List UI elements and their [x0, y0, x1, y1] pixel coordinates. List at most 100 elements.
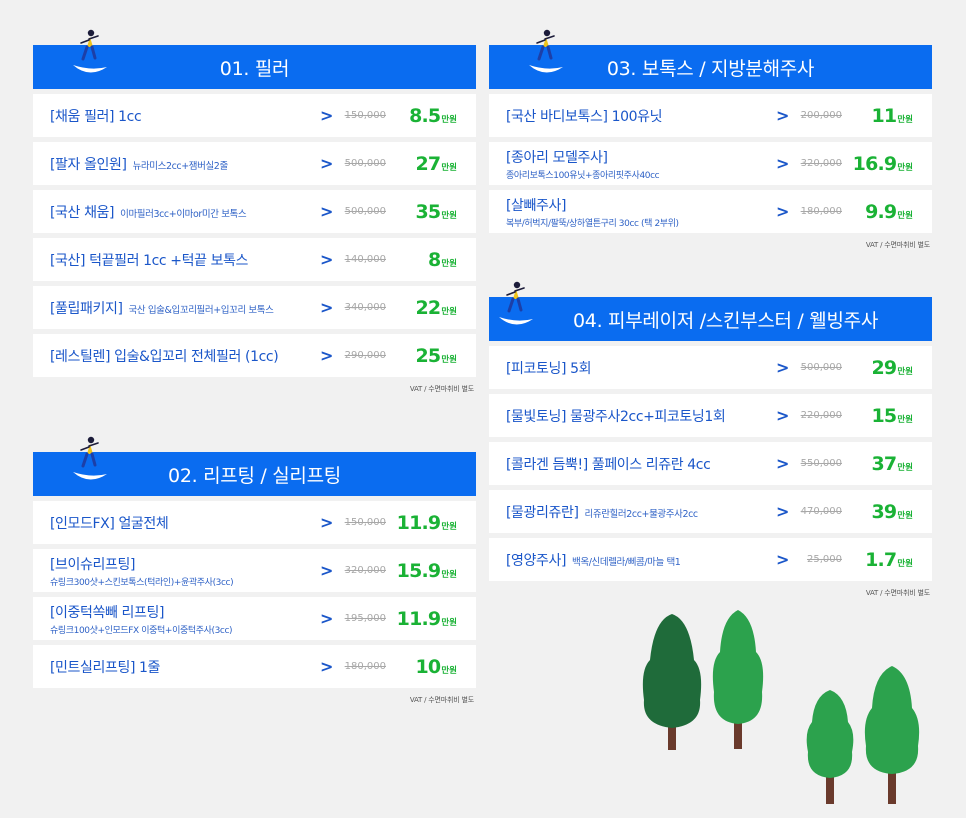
- price-unit: 만원: [897, 366, 913, 377]
- price-unit: 만원: [897, 462, 913, 473]
- chevron-right-icon[interactable]: >: [320, 154, 333, 173]
- sale-price: 15.9만원: [397, 560, 457, 582]
- item-name: [국산 채움]: [50, 204, 115, 221]
- chevron-right-icon[interactable]: >: [776, 358, 789, 377]
- sale-price: 10만원: [416, 656, 457, 678]
- sale-price-value: 11: [871, 104, 898, 127]
- price-row[interactable]: [채움 필러] 1cc >150,000 8.5만원: [33, 94, 476, 137]
- panel-lifting: 02. 리프팅 / 실리프팅 [인모드FX] 얼굴전체 >150,000 11.9만…: [33, 436, 476, 705]
- chevron-right-icon[interactable]: >: [320, 250, 333, 269]
- item-detail: 종아리보톡스100유닛+종아리핏주사40cc: [506, 170, 660, 181]
- chevron-right-icon[interactable]: >: [320, 561, 333, 580]
- item-name: [물광리쥬란]: [506, 504, 579, 521]
- item-name-group: [콜라겐 듬뿍!] 풀페이스 리쥬란 4cc: [506, 454, 774, 474]
- item-name: [브이슈리프팅]: [50, 556, 136, 573]
- chevron-right-icon[interactable]: >: [776, 202, 789, 221]
- tree-dark: [642, 614, 702, 750]
- sale-price-value: 16.9: [852, 152, 897, 175]
- chevron-right-icon[interactable]: >: [320, 106, 333, 125]
- price-unit: 만원: [441, 521, 457, 532]
- chevron-right-icon[interactable]: >: [776, 154, 789, 173]
- original-price: 340,000: [344, 302, 386, 313]
- panel-title: 01. 필러: [219, 57, 290, 80]
- original-price: 200,000: [800, 110, 842, 121]
- sale-price: 29만원: [872, 357, 913, 379]
- price-unit: 만원: [897, 162, 913, 173]
- price-row[interactable]: [팔자 올인원] 뉴라미스2cc+잼버실2줄 >500,000 27만원: [33, 142, 476, 185]
- sale-price: 9.9만원: [865, 201, 913, 223]
- price-unit: 만원: [441, 617, 457, 628]
- original-price: 180,000: [800, 206, 842, 217]
- price-row[interactable]: [영양주사] 백옥/신데렐라/삐콤/마늘 택1 >25,000 1.7만원: [489, 538, 932, 581]
- chevron-right-icon[interactable]: >: [776, 550, 789, 569]
- item-name-group: [민트실리프팅] 1줄: [50, 657, 318, 677]
- sale-price: 27만원: [416, 153, 457, 175]
- panel-header: 01. 필러: [33, 29, 476, 89]
- original-price: 150,000: [344, 517, 386, 528]
- price-row[interactable]: [레스틸렌] 입술&입꼬리 전체필러 (1cc) >290,000 25만원: [33, 334, 476, 377]
- item-name: [종아리 모델주사]: [506, 149, 608, 166]
- price-row[interactable]: [국산] 턱끝필러 1cc +턱끝 보톡스 >140,000 8만원: [33, 238, 476, 281]
- price-row[interactable]: [물광리쥬란] 리쥬란힐러2cc+물광주사2cc >470,000 39만원: [489, 490, 932, 533]
- item-detail: 백옥/신데렐라/삐콤/마늘 택1: [572, 556, 681, 568]
- chevron-right-icon[interactable]: >: [320, 202, 333, 221]
- sale-price-value: 1.7: [865, 548, 897, 571]
- original-price: 290,000: [344, 350, 386, 361]
- chevron-right-icon[interactable]: >: [320, 657, 333, 676]
- price-row[interactable]: [국산 채움] 이마필러3cc+이마or미간 보톡스 >500,000 35만원: [33, 190, 476, 233]
- price-unit: 만원: [441, 569, 457, 580]
- original-price: 180,000: [344, 661, 386, 672]
- surfer-illustration: [73, 29, 107, 73]
- vat-note: VAT / 수면마취비 별도: [409, 385, 474, 393]
- original-price: 25,000: [807, 554, 842, 565]
- price-row[interactable]: [풀립패키지] 국산 입술&입꼬리필러+입꼬리 보톡스 >340,000 22만원: [33, 286, 476, 329]
- sale-price: 39만원: [872, 501, 913, 523]
- vat-note: VAT / 수면마취비 별도: [865, 589, 930, 597]
- price-row[interactable]: [브이슈리프팅] 슈링크300샷+스킨보톡스(턱라인)+윤곽주사(3cc) >320…: [33, 549, 476, 592]
- sale-price: 15만원: [872, 405, 913, 427]
- surfer-illustration: [529, 29, 563, 73]
- item-name-group: [풀립패키지] 국산 입술&입꼬리필러+입꼬리 보톡스: [50, 298, 318, 318]
- price-row[interactable]: [종아리 모델주사] 종아리보톡스100유닛+종아리핏주사40cc >320,000…: [489, 142, 932, 185]
- price-unit: 만원: [441, 114, 457, 125]
- chevron-right-icon[interactable]: >: [320, 609, 333, 628]
- price-row[interactable]: [민트실리프팅] 1줄 >180,000 10만원: [33, 645, 476, 688]
- item-name-group: [팔자 올인원] 뉴라미스2cc+잼버실2줄: [50, 154, 318, 174]
- chevron-right-icon[interactable]: >: [776, 406, 789, 425]
- chevron-right-icon[interactable]: >: [776, 106, 789, 125]
- chevron-right-icon[interactable]: >: [320, 298, 333, 317]
- price-row[interactable]: [이중턱쏙빼 리프팅] 슈링크100샷+인모드FX 이중턱+이중턱주사(3cc) >…: [33, 597, 476, 640]
- item-name-group: [국산 바디보톡스] 100유닛: [506, 106, 774, 126]
- price-row[interactable]: [살빼주사] 복부/허벅지/팔뚝/상하열튼구리 30cc (택 2부위) >180,…: [489, 190, 932, 233]
- chevron-right-icon[interactable]: >: [776, 502, 789, 521]
- surfer-illustration: [499, 281, 533, 325]
- price-row[interactable]: [콜라겐 듬뿍!] 풀페이스 리쥬란 4cc >550,000 37만원: [489, 442, 932, 485]
- vat-note: VAT / 수면마취비 별도: [865, 241, 930, 249]
- chevron-right-icon[interactable]: >: [320, 513, 333, 532]
- item-name-group: [피코토닝] 5회: [506, 358, 774, 378]
- sale-price-value: 11.9: [396, 511, 441, 534]
- item-name: [인모드FX] 얼굴전체: [50, 515, 169, 532]
- item-name-group: [레스틸렌] 입술&입꼬리 전체필러 (1cc): [50, 346, 318, 366]
- sale-price-value: 8: [427, 248, 441, 271]
- chevron-right-icon[interactable]: >: [776, 454, 789, 473]
- item-name: [채움 필러] 1cc: [50, 108, 142, 125]
- price-row[interactable]: [물빛토닝] 물광주사2cc+피코토닝1회 >220,000 15만원: [489, 394, 932, 437]
- sale-price-value: 27: [415, 152, 442, 175]
- item-name: [살빼주사]: [506, 197, 567, 214]
- vat-note: VAT / 수면마취비 별도: [409, 696, 474, 704]
- original-price: 500,000: [344, 206, 386, 217]
- tree-small: [806, 690, 854, 804]
- price-row[interactable]: [피코토닝] 5회 >500,000 29만원: [489, 346, 932, 389]
- original-price: 320,000: [344, 565, 386, 576]
- tree-light: [712, 610, 764, 749]
- chevron-right-icon[interactable]: >: [320, 346, 333, 365]
- price-unit: 만원: [897, 114, 913, 125]
- item-detail: 슈링크300샷+스킨보톡스(턱라인)+윤곽주사(3cc): [50, 577, 234, 588]
- price-row[interactable]: [인모드FX] 얼굴전체 >150,000 11.9만원: [33, 501, 476, 544]
- price-list: [인모드FX] 얼굴전체 >150,000 11.9만원 [브이슈리프팅] 슈링크300…: [33, 501, 476, 688]
- item-name: [팔자 올인원]: [50, 156, 127, 173]
- sale-price-value: 22: [415, 296, 442, 319]
- item-name: [피코토닝] 5회: [506, 360, 592, 377]
- price-row[interactable]: [국산 바디보톡스] 100유닛 >200,000 11만원: [489, 94, 932, 137]
